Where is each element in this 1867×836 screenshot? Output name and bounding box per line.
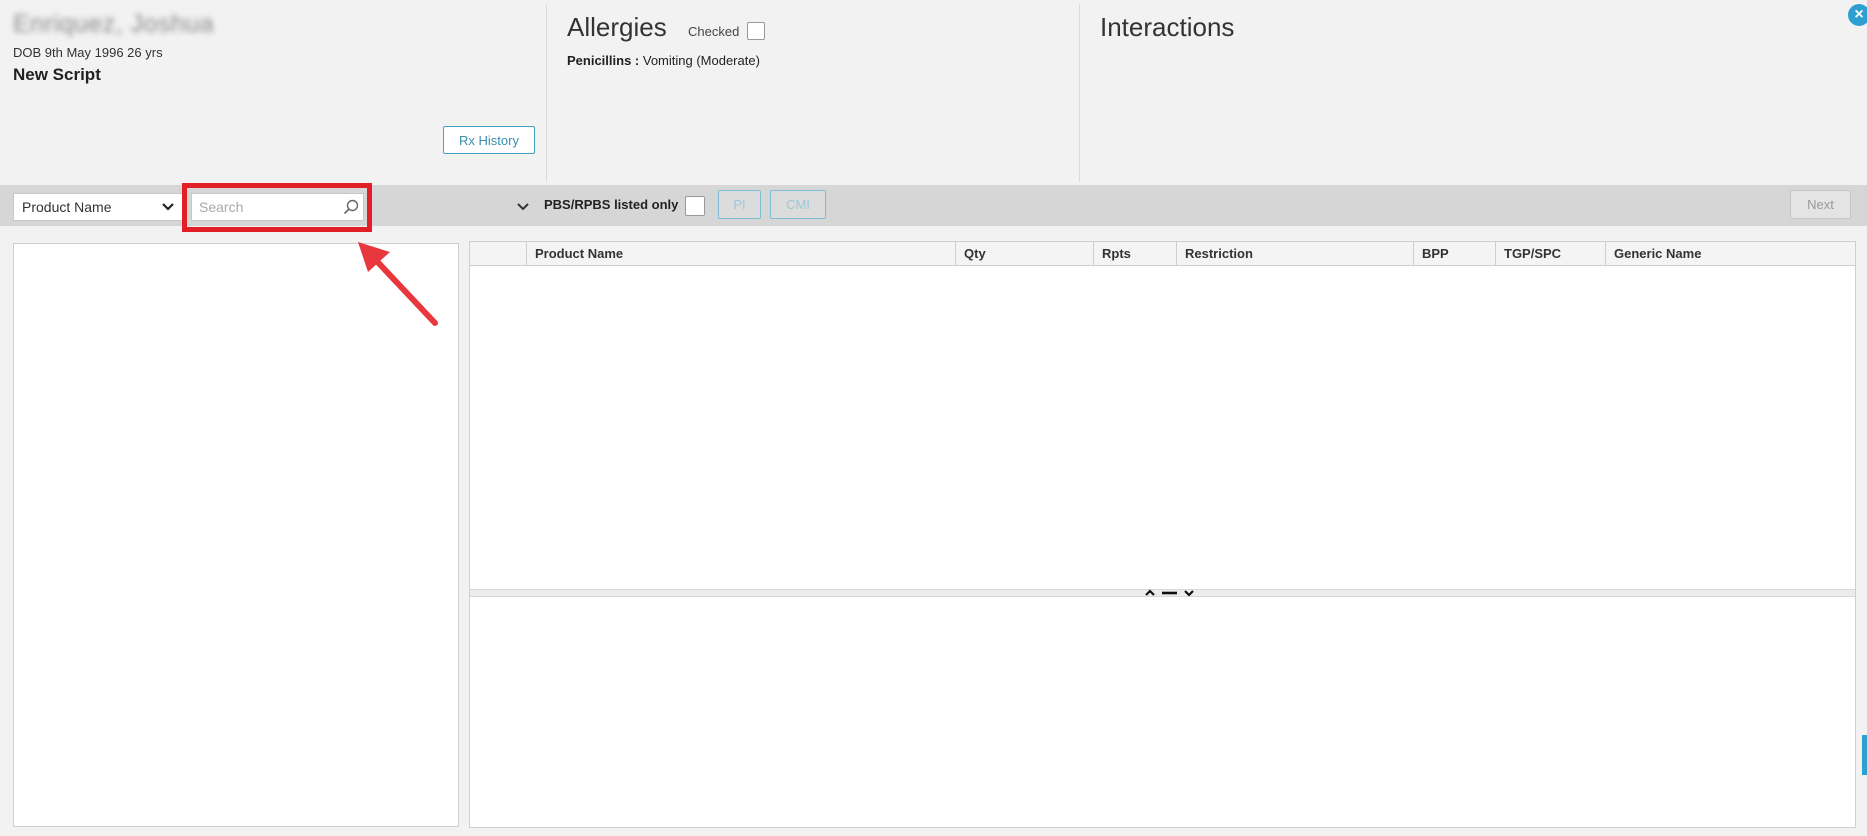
product-grid: Product Name Qty Rpts Restriction BPP TG… (469, 241, 1856, 828)
column-header-qty[interactable]: Qty (955, 242, 1093, 265)
annotation-arrow-icon (358, 242, 438, 326)
splitter-handle-icon[interactable] (1144, 587, 1196, 599)
allergies-checked: Checked (688, 22, 766, 40)
allergies-title: Allergies (567, 12, 667, 42)
chevron-down-icon (517, 203, 529, 211)
rx-history-button[interactable]: Rx History (443, 126, 535, 154)
interactions-section: Interactions (1100, 12, 1234, 43)
patient-dob: DOB 9th May 1996 26 yrs (13, 45, 163, 60)
page-title: New Script (13, 65, 101, 84)
search-icon[interactable] (342, 198, 360, 216)
header-divider (546, 4, 547, 182)
column-header-product-name[interactable]: Product Name (526, 242, 951, 265)
search-type-select[interactable]: Product Name (13, 193, 183, 221)
pbs-filter-checkbox[interactable] (685, 196, 705, 216)
column-header-select[interactable] (470, 242, 526, 265)
allergies-section: Allergies Checked Penicillins : Vomiting… (567, 12, 1067, 68)
scroll-tab[interactable] (1862, 735, 1867, 775)
allergy-reaction: Vomiting (Moderate) (639, 53, 760, 68)
allergy-item: Penicillins : Vomiting (Moderate) (567, 53, 1067, 68)
search-type-value: Product Name (22, 199, 112, 215)
chevron-down-icon (162, 203, 174, 211)
filter-dropdown[interactable] (372, 193, 538, 221)
patient-info: Enriquez, Joshua DOB 9th May 1996 26 yrs… (13, 10, 543, 85)
patient-name: Enriquez, Joshua (13, 10, 215, 38)
column-header-rpts[interactable]: Rpts (1093, 242, 1176, 265)
cmi-button[interactable]: CMI (770, 190, 826, 219)
next-button[interactable]: Next (1790, 190, 1851, 219)
pi-button[interactable]: PI (718, 190, 761, 219)
header-divider (1079, 4, 1080, 182)
column-header-restriction[interactable]: Restriction (1176, 242, 1413, 265)
patient-header: Enriquez, Joshua DOB 9th May 1996 26 yrs… (0, 0, 1867, 185)
column-header-tgp-spc[interactable]: TGP/SPC (1495, 242, 1605, 265)
column-header-generic-name[interactable]: Generic Name (1605, 242, 1855, 265)
column-header-bpp[interactable]: BPP (1413, 242, 1495, 265)
allergies-checked-checkbox[interactable] (747, 22, 766, 40)
search-input[interactable] (191, 193, 364, 221)
panel-splitter[interactable] (470, 589, 1855, 597)
interactions-title: Interactions (1100, 12, 1235, 42)
checked-label: Checked (688, 23, 740, 39)
allergy-allergen: Penicillins : (567, 53, 640, 68)
pbs-filter-label: PBS/RPBS listed only (544, 197, 679, 212)
grid-header: Product Name Qty Rpts Restriction BPP TG… (470, 242, 1855, 266)
close-icon[interactable]: × (1848, 4, 1867, 26)
